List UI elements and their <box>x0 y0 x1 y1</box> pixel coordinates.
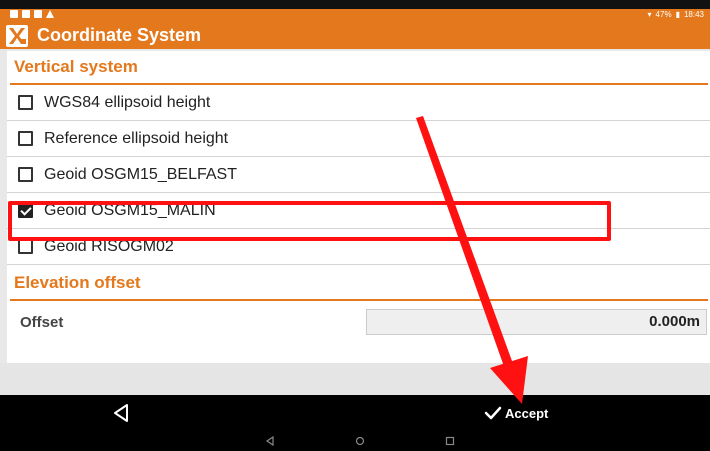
offset-input[interactable]: 0.000m <box>366 309 707 335</box>
back-triangle-icon <box>114 404 128 422</box>
option-geoid-osgm15-belfast[interactable]: Geoid OSGM15_BELFAST <box>7 157 710 193</box>
vertical-system-header: Vertical system <box>14 57 138 76</box>
option-label: Reference ellipsoid height <box>44 129 229 147</box>
status-bar: ▾ 47% ▮ 18:43 <box>0 0 710 22</box>
checkbox[interactable] <box>18 239 33 254</box>
nav-back-icon[interactable] <box>264 435 276 447</box>
offset-row: Offset 0.000m <box>7 301 710 343</box>
notification-icons <box>10 10 54 18</box>
offset-label: Offset <box>20 313 64 331</box>
option-reference-ellipsoid-height[interactable]: Reference ellipsoid height <box>7 121 710 157</box>
checkbox[interactable] <box>18 167 33 182</box>
accept-button[interactable]: Accept <box>484 403 548 423</box>
warning-icon <box>46 10 54 18</box>
option-label: WGS84 ellipsoid height <box>44 93 211 111</box>
image-icon <box>34 10 42 18</box>
selection-highlight-annotation <box>8 201 611 241</box>
page-title: Coordinate System <box>37 25 202 45</box>
accept-label: Accept <box>505 405 549 421</box>
battery-level: 47% <box>655 10 672 19</box>
image-icon <box>22 10 30 18</box>
app-bar: Coordinate System <box>0 22 710 49</box>
option-wgs84-ellipsoid-height[interactable]: WGS84 ellipsoid height <box>7 85 710 121</box>
nav-home-icon[interactable] <box>354 435 366 447</box>
image-icon <box>10 10 18 18</box>
status-bar-top-strip <box>0 0 710 9</box>
checkbox[interactable] <box>18 95 33 110</box>
battery-icon: ▮ <box>675 10 680 19</box>
back-button[interactable] <box>110 403 134 423</box>
option-label: Geoid OSGM15_BELFAST <box>44 165 237 183</box>
nav-recents-icon[interactable] <box>444 435 456 447</box>
checkbox[interactable] <box>18 131 33 146</box>
content-footer <box>0 363 710 395</box>
system-nav-bar <box>0 431 710 451</box>
wifi-icon: ▾ <box>647 10 652 19</box>
screen: ▾ 47% ▮ 18:43 Coordinate System Vertical… <box>0 0 710 451</box>
status-info: ▾ 47% ▮ 18:43 <box>648 10 704 19</box>
action-bar: Accept <box>0 395 710 431</box>
elevation-offset-header: Elevation offset <box>14 273 141 292</box>
clock: 18:43 <box>683 10 704 19</box>
app-logo-icon[interactable] <box>6 24 28 47</box>
checkmark-icon <box>484 406 502 420</box>
